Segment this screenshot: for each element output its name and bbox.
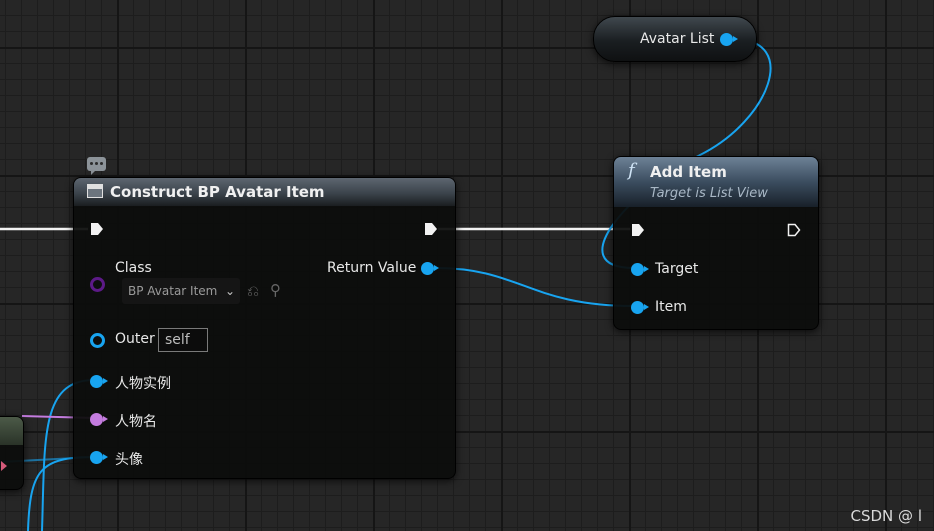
construct-exec-input-pin[interactable] [90,222,104,236]
item-label: Item [655,299,687,315]
character-instance-input-pin[interactable] [90,375,108,388]
avatar-list-variable-node[interactable]: Avatar List [593,16,757,62]
avatar-list-label: Avatar List [640,31,715,47]
avatar-label: 头像 [115,452,143,468]
add-item-function-node[interactable]: f Add Item Target is List View Target It… [613,156,819,330]
class-input-pin[interactable] [90,277,105,292]
item-input-pin[interactable] [631,301,649,314]
character-instance-label: 人物实例 [115,376,171,392]
construct-avatar-item-node[interactable]: Construct BP Avatar Item Class BP Avatar… [73,177,456,479]
watermark-text: CSDN @ l [850,507,922,525]
character-name-label: 人物名 [115,414,157,430]
class-label: Class [115,260,152,276]
construct-node-icon [87,184,103,198]
function-icon: f [628,160,635,181]
comment-bubble-icon[interactable] [87,157,106,175]
offscreen-node-header [0,417,23,445]
add-item-node-header: f Add Item Target is List View [614,157,818,207]
outer-input-pin[interactable] [90,333,105,348]
avatar-input-pin[interactable] [90,451,108,464]
browse-asset-search-icon[interactable]: ⚲ [270,281,281,299]
construct-node-header: Construct BP Avatar Item [74,178,455,206]
class-select-dropdown[interactable]: BP Avatar Item ⌄ [122,278,240,304]
offscreen-node[interactable] [0,416,24,490]
target-label: Target [655,261,699,277]
construct-node-title: Construct BP Avatar Item [110,183,325,201]
add-item-subtitle: Target is List View [650,186,768,201]
target-input-pin[interactable] [631,263,649,276]
return-value-label: Return Value [327,260,417,276]
use-selected-asset-icon[interactable]: ⎌ [247,282,259,300]
add-item-title: Add Item [650,163,727,181]
add-item-exec-input-pin[interactable] [631,223,645,237]
character-name-input-pin[interactable] [90,413,108,426]
construct-exec-output-pin[interactable] [424,222,438,236]
outer-value-field[interactable]: self [158,328,208,352]
outer-label: Outer [115,331,155,347]
wire-return-to-item [435,267,635,307]
avatar-list-output-pin[interactable] [720,33,738,46]
return-value-output-pin[interactable] [421,262,439,275]
class-select-value: BP Avatar Item [128,284,218,298]
add-item-exec-output-pin[interactable] [787,223,801,237]
offscreen-node-pin[interactable] [1,461,7,471]
chevron-down-icon: ⌄ [224,284,235,298]
